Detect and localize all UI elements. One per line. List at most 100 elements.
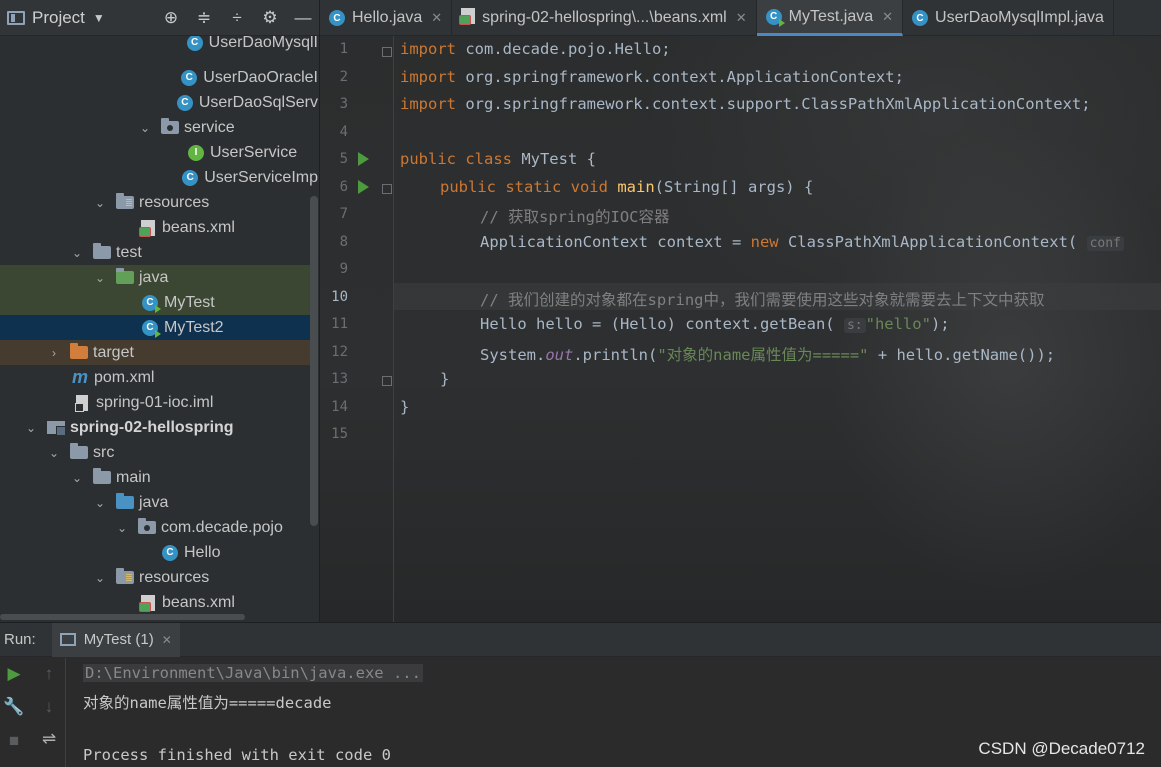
tree-item-java-main[interactable]: ⌄ java <box>0 490 318 515</box>
soft-wrap-icon[interactable]: ⇌ <box>38 729 60 749</box>
tab-userdaomysqlimpl-java[interactable]: C UserDaoMysqlImpl.java <box>903 0 1114 36</box>
maven-icon: m <box>71 367 88 387</box>
xml-file-icon <box>459 7 476 29</box>
hide-icon[interactable]: — <box>292 8 314 28</box>
tree-item[interactable]: C UserDaoSqlServ <box>0 90 318 115</box>
project-header: Project ▼ ⊕ ≑ ÷ ⚙ — <box>0 0 319 36</box>
close-icon[interactable]: ✕ <box>736 10 747 26</box>
runnable-class-icon: C <box>140 294 161 313</box>
run-toolbar: ▶ ↑ 🔧 ↓ ■ ⇌ <box>0 658 66 767</box>
horizontal-scrollbar[interactable] <box>0 612 319 622</box>
chevron-down-icon[interactable]: ⌄ <box>115 521 129 535</box>
tree-item-target[interactable]: › target <box>0 340 318 365</box>
code-line: import com.decade.pojo.Hello; <box>400 40 671 58</box>
run-tool-window: Run: MyTest (1) ✕ ▶ ↑ 🔧 ↓ ■ ⇌ D:\Environ… <box>0 622 1161 767</box>
tree-item[interactable]: beans.xml <box>0 590 318 612</box>
line-number: 8 <box>339 234 348 250</box>
tree-item-module[interactable]: ⌄ spring-02-hellospring <box>0 415 318 440</box>
code-line: } <box>400 398 410 416</box>
tab-mytest-java[interactable]: C MyTest.java ✕ <box>756 0 904 36</box>
chevron-down-icon[interactable]: ⌄ <box>138 121 152 135</box>
run-class-icon[interactable] <box>358 152 369 166</box>
tree-item[interactable]: spring-01-ioc.iml <box>0 390 318 415</box>
close-icon[interactable]: ✕ <box>882 9 893 25</box>
project-window-icon <box>7 10 25 25</box>
tree-item[interactable]: C UserDaoMysqlI <box>0 36 318 55</box>
tree-item-resources[interactable]: ⌄ resources <box>0 190 318 215</box>
chevron-down-icon[interactable]: ⌄ <box>93 571 107 585</box>
code-line: // 获取spring的IOC容器 <box>480 208 670 226</box>
project-view-selector[interactable]: Project <box>32 8 85 28</box>
chevron-down-icon[interactable]: ⌄ <box>24 421 38 435</box>
code-line: // 我们创建的对象都在spring中，我们需要使用这些对象就需要去上下文中获取 <box>480 291 1045 309</box>
tab-hello-java[interactable]: C Hello.java ✕ <box>320 0 453 36</box>
run-main-icon[interactable] <box>358 180 369 194</box>
tree-item[interactable]: C Hello <box>0 540 318 565</box>
iml-file-icon <box>72 394 92 412</box>
line-number: 4 <box>339 124 348 140</box>
fold-icon[interactable] <box>382 184 392 194</box>
chevron-down-icon[interactable]: ⌄ <box>93 271 107 285</box>
run-header: Run: MyTest (1) ✕ <box>0 622 1161 657</box>
chevron-right-icon[interactable]: › <box>47 346 61 360</box>
tree-item[interactable]: m pom.xml <box>0 365 318 390</box>
chevron-down-icon[interactable]: ⌄ <box>70 246 84 260</box>
rerun-icon[interactable]: ▶ <box>3 664 25 684</box>
class-icon: C <box>179 69 199 86</box>
tree-item-main[interactable]: ⌄ main <box>0 465 318 490</box>
line-number: 7 <box>339 206 348 222</box>
tree-item-test[interactable]: ⌄ test <box>0 240 318 265</box>
console-output-line: 对象的name属性值为=====decade <box>83 694 332 712</box>
chevron-down-icon[interactable]: ⌄ <box>70 471 84 485</box>
tree-item-selected[interactable]: C MyTest2 <box>0 315 318 340</box>
module-icon <box>46 420 66 436</box>
code-line: Hello hello = (Hello) context.getBean( s… <box>480 315 950 333</box>
close-icon[interactable]: ✕ <box>431 10 442 26</box>
tree-item-java-test[interactable]: ⌄ java <box>0 265 318 290</box>
tree-item[interactable]: I UserService <box>0 140 318 165</box>
line-number: 1 <box>339 41 348 57</box>
expand-all-icon[interactable]: ≑ <box>193 8 215 28</box>
line-number: 6 <box>339 179 348 195</box>
tree-item[interactable]: C MyTest <box>0 290 318 315</box>
gear-icon[interactable]: ⚙ <box>259 8 281 28</box>
wrench-icon[interactable]: 🔧 <box>3 697 25 717</box>
close-icon[interactable]: ✕ <box>162 633 172 647</box>
console-icon <box>59 633 76 646</box>
folder-icon <box>92 243 112 261</box>
tree-item[interactable]: beans.xml <box>0 215 318 240</box>
locate-icon[interactable]: ⊕ <box>160 8 182 28</box>
chevron-down-icon[interactable]: ⌄ <box>93 496 107 510</box>
package-icon <box>160 118 180 136</box>
line-number: 14 <box>331 399 348 415</box>
tree-item-package[interactable]: ⌄ com.decade.pojo <box>0 515 318 540</box>
vertical-scrollbar[interactable] <box>310 196 318 526</box>
code-line: System.out.println("对象的name属性值为=====" + … <box>480 346 1056 364</box>
fold-icon[interactable] <box>382 47 392 57</box>
run-tab-mytest[interactable]: MyTest (1) ✕ <box>51 622 180 657</box>
stop-icon[interactable]: ■ <box>3 731 25 751</box>
chevron-down-icon[interactable]: ⌄ <box>47 446 61 460</box>
class-icon: C <box>329 10 345 26</box>
tree-item-src[interactable]: ⌄ src <box>0 440 318 465</box>
tree-item[interactable]: C UserDaoOracleI <box>0 65 318 90</box>
code-editor[interactable]: import com.decade.pojo.Hello; import org… <box>400 36 1161 622</box>
runnable-class-icon: C <box>765 8 785 27</box>
class-icon: C <box>175 94 195 111</box>
code-line: ApplicationContext context = new ClassPa… <box>480 233 1124 251</box>
class-icon: C <box>912 10 929 26</box>
chevron-down-icon[interactable]: ▼ <box>93 11 105 25</box>
chevron-down-icon[interactable]: ⌄ <box>93 196 107 210</box>
interface-icon: I <box>186 144 206 161</box>
tree-item-resources[interactable]: ⌄ resources <box>0 565 318 590</box>
xml-file-icon <box>138 219 158 237</box>
tree-item-service[interactable]: ⌄ service <box>0 115 318 140</box>
line-number: 11 <box>331 316 348 332</box>
arrow-down-icon[interactable]: ↓ <box>38 697 60 717</box>
tab-beans-xml[interactable]: spring-02-hellospring\...\beans.xml ✕ <box>452 0 757 36</box>
collapse-all-icon[interactable]: ÷ <box>226 8 248 28</box>
fold-icon[interactable] <box>382 376 392 386</box>
tree-item[interactable]: C UserServiceImp <box>0 165 318 190</box>
excluded-folder-icon <box>69 343 89 361</box>
arrow-up-icon[interactable]: ↑ <box>38 664 60 684</box>
